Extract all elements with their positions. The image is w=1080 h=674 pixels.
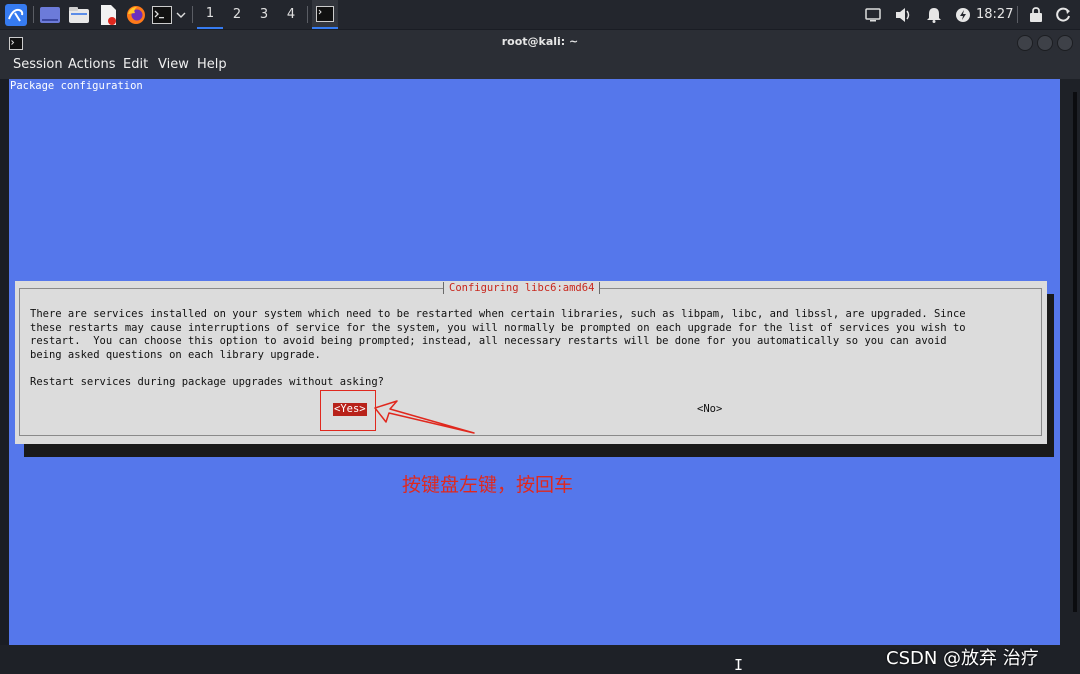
clock[interactable]: 18:27: [976, 0, 1013, 29]
workspace-3[interactable]: 3: [251, 0, 277, 29]
text-cursor-icon: I: [734, 656, 744, 674]
menu-actions[interactable]: Actions: [68, 54, 116, 79]
minimize-button[interactable]: [1017, 35, 1033, 51]
kali-menu-icon[interactable]: [2, 0, 29, 29]
dialog-text-line: There are services installed on your sys…: [30, 308, 966, 320]
notification-bell-icon[interactable]: [923, 0, 945, 29]
firefox-icon[interactable]: [124, 0, 148, 29]
menu-help[interactable]: Help: [197, 54, 227, 79]
volume-icon[interactable]: [893, 0, 915, 29]
menu-edit[interactable]: Edit: [123, 54, 148, 79]
chevron-down-icon[interactable]: [174, 0, 188, 29]
workspace-2[interactable]: 2: [224, 0, 250, 29]
annotation-text: 按键盘左键，按回车: [402, 474, 574, 496]
dialog-title: Configuring libc6:amd64: [443, 281, 601, 295]
menu-bar: Session Actions Edit View Help: [0, 54, 1080, 79]
panel-separator: [33, 6, 34, 23]
power-manager-icon[interactable]: [952, 0, 974, 29]
watermark: CSDN @放弃 治疗: [886, 648, 1039, 669]
package-configuration-header: Package configuration: [10, 80, 143, 92]
dialog-text-line: restart. You can choose this option to a…: [30, 335, 947, 347]
menu-session[interactable]: Session: [13, 54, 63, 79]
terminal-icon[interactable]: [151, 0, 173, 29]
display-icon[interactable]: [862, 0, 884, 29]
top-panel: 1 2 3 4 18:27: [0, 0, 1080, 29]
dialog-question: Restart services during package upgrades…: [30, 376, 385, 388]
window-title: root@kali: ~: [501, 35, 579, 48]
panel-separator: [192, 6, 193, 23]
terminal-scrollbar[interactable]: [1073, 92, 1077, 612]
workspace-4[interactable]: 4: [278, 0, 304, 29]
terminal-right-margin: [1060, 79, 1080, 645]
panel-separator: [1017, 6, 1018, 23]
lock-icon[interactable]: [1025, 0, 1047, 29]
annotation-arrow-icon: [374, 400, 475, 434]
close-button[interactable]: [1057, 35, 1073, 51]
panel-separator: [307, 6, 308, 23]
no-button[interactable]: <No>: [697, 403, 722, 415]
maximize-button[interactable]: [1037, 35, 1053, 51]
text-editor-icon[interactable]: [96, 0, 120, 29]
workspace-1[interactable]: 1: [197, 0, 223, 29]
file-manager-icon[interactable]: [67, 0, 91, 29]
menu-view[interactable]: View: [158, 54, 189, 79]
desktop-icon[interactable]: [38, 0, 62, 29]
window-titlebar[interactable]: root@kali: ~: [0, 30, 1080, 54]
logout-icon[interactable]: [1053, 0, 1075, 29]
dialog-text-line: these restarts may cause interruptions o…: [30, 322, 966, 334]
dialog-text-line: being asked questions on each library up…: [30, 349, 321, 361]
terminal-task-icon[interactable]: [312, 0, 338, 29]
